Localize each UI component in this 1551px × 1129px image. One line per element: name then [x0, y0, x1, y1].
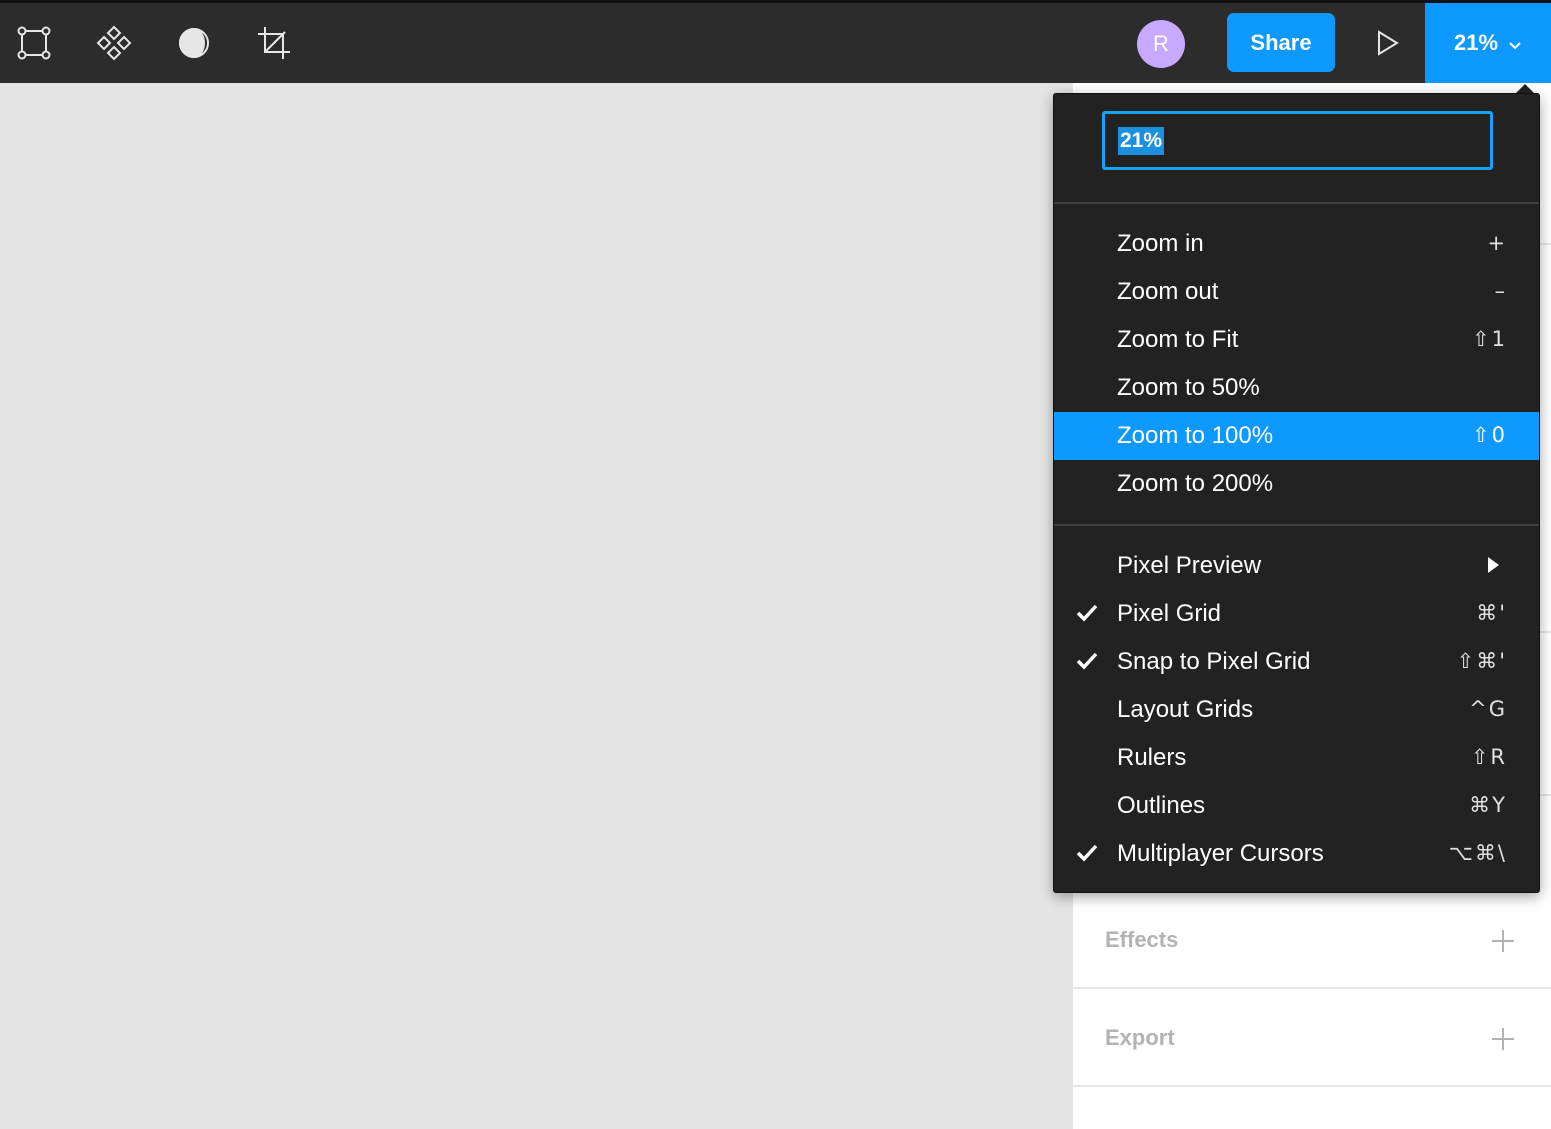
zoom-input-value: 21%: [1118, 127, 1165, 155]
zoom-input[interactable]: 21%: [1102, 111, 1493, 170]
menu-item-label: Zoom to 100%: [1117, 422, 1274, 449]
menu-item-shortcut: ⇧0: [1472, 423, 1507, 447]
frame-icon: [17, 26, 51, 60]
menu-item-zoom-to-200[interactable]: Zoom to 200%: [1054, 460, 1539, 508]
menu-item-shortcut: ⌘Y: [1469, 793, 1507, 817]
menu-item-label: Snap to Pixel Grid: [1117, 648, 1311, 675]
menu-item-zoom-to-50[interactable]: Zoom to 50%: [1054, 364, 1539, 412]
menu-item-label: Zoom to 50%: [1117, 374, 1260, 401]
zoom-dropdown-menu: 21% Zoom in + Zoom out – Zoom to Fit ⇧1 Zoom t…: [1053, 93, 1540, 893]
menu-item-pixel-grid[interactable]: Pixel Grid ⌘': [1054, 590, 1539, 638]
menu-item-pixel-preview[interactable]: Pixel Preview: [1054, 542, 1539, 590]
share-button[interactable]: Share: [1227, 13, 1335, 72]
menu-item-rulers[interactable]: Rulers ⇧R: [1054, 734, 1539, 782]
contrast-tool-button[interactable]: [166, 15, 222, 71]
checkmark-icon: [1076, 844, 1098, 862]
add-export-button[interactable]: [1483, 1019, 1523, 1059]
menu-separator: [1054, 524, 1539, 526]
menu-item-label: Layout Grids: [1117, 696, 1254, 723]
chevron-down-icon: [1509, 42, 1521, 50]
frame-tool-button[interactable]: [6, 15, 62, 71]
menu-item-label: Zoom to 200%: [1117, 470, 1274, 497]
export-section: Export: [1073, 989, 1551, 1087]
menu-item-shortcut: ⇧⌘': [1456, 649, 1507, 673]
menu-item-label: Pixel Preview: [1117, 552, 1262, 579]
menu-item-zoom-in[interactable]: Zoom in +: [1054, 220, 1539, 268]
components-tool-button[interactable]: [86, 15, 142, 71]
menu-item-shortcut: –: [1494, 279, 1507, 303]
crop-tool-button[interactable]: [246, 15, 302, 71]
menu-item-shortcut: ^G: [1469, 697, 1507, 721]
menu-item-shortcut: ⇧R: [1470, 745, 1507, 769]
menu-item-shortcut: ⌥⌘\: [1448, 841, 1507, 865]
export-label: Export: [1105, 1025, 1175, 1050]
menu-item-label: Multiplayer Cursors: [1117, 840, 1324, 867]
zoom-level-label: 21%: [1453, 30, 1499, 55]
checkmark-icon: [1076, 604, 1098, 622]
menu-item-label: Pixel Grid: [1117, 600, 1222, 627]
plus-icon: [1492, 930, 1514, 952]
menu-item-shortcut: ⇧1: [1472, 327, 1507, 351]
menu-item-multiplayer-cursors[interactable]: Multiplayer Cursors ⌥⌘\: [1054, 830, 1539, 878]
effects-section: Effects: [1073, 891, 1551, 989]
menu-separator: [1054, 202, 1539, 204]
top-toolbar: R Share 21%: [0, 0, 1551, 83]
menu-item-zoom-out[interactable]: Zoom out –: [1054, 268, 1539, 316]
play-icon: [1378, 30, 1399, 56]
menu-item-zoom-to-fit[interactable]: Zoom to Fit ⇧1: [1054, 316, 1539, 364]
menu-item-snap-to-pixel-grid[interactable]: Snap to Pixel Grid ⇧⌘': [1054, 638, 1539, 686]
menu-item-shortcut: ⌘': [1476, 601, 1507, 625]
menu-item-zoom-to-100[interactable]: Zoom to 100% ⇧0: [1054, 412, 1539, 460]
menu-item-shortcut: +: [1487, 231, 1507, 255]
avatar[interactable]: R: [1137, 20, 1185, 68]
add-effect-button[interactable]: [1483, 921, 1523, 961]
canvas[interactable]: [0, 83, 1073, 1129]
crop-icon: [258, 27, 290, 59]
zoom-menu-button[interactable]: 21%: [1425, 3, 1551, 83]
menu-item-layout-grids[interactable]: Layout Grids ^G: [1054, 686, 1539, 734]
menu-item-label: Rulers: [1117, 744, 1187, 771]
contrast-icon: [179, 27, 209, 59]
components-icon: [96, 25, 132, 61]
present-button[interactable]: [1360, 15, 1416, 71]
menu-item-label: Zoom out: [1117, 278, 1219, 305]
effects-label: Effects: [1105, 927, 1179, 952]
menu-item-label: Outlines: [1117, 792, 1206, 819]
submenu-arrow-icon: [1488, 557, 1499, 573]
menu-item-outlines[interactable]: Outlines ⌘Y: [1054, 782, 1539, 830]
menu-item-label: Zoom in: [1117, 230, 1204, 257]
plus-icon: [1492, 1028, 1514, 1050]
checkmark-icon: [1076, 652, 1098, 670]
menu-item-label: Zoom to Fit: [1117, 326, 1239, 353]
